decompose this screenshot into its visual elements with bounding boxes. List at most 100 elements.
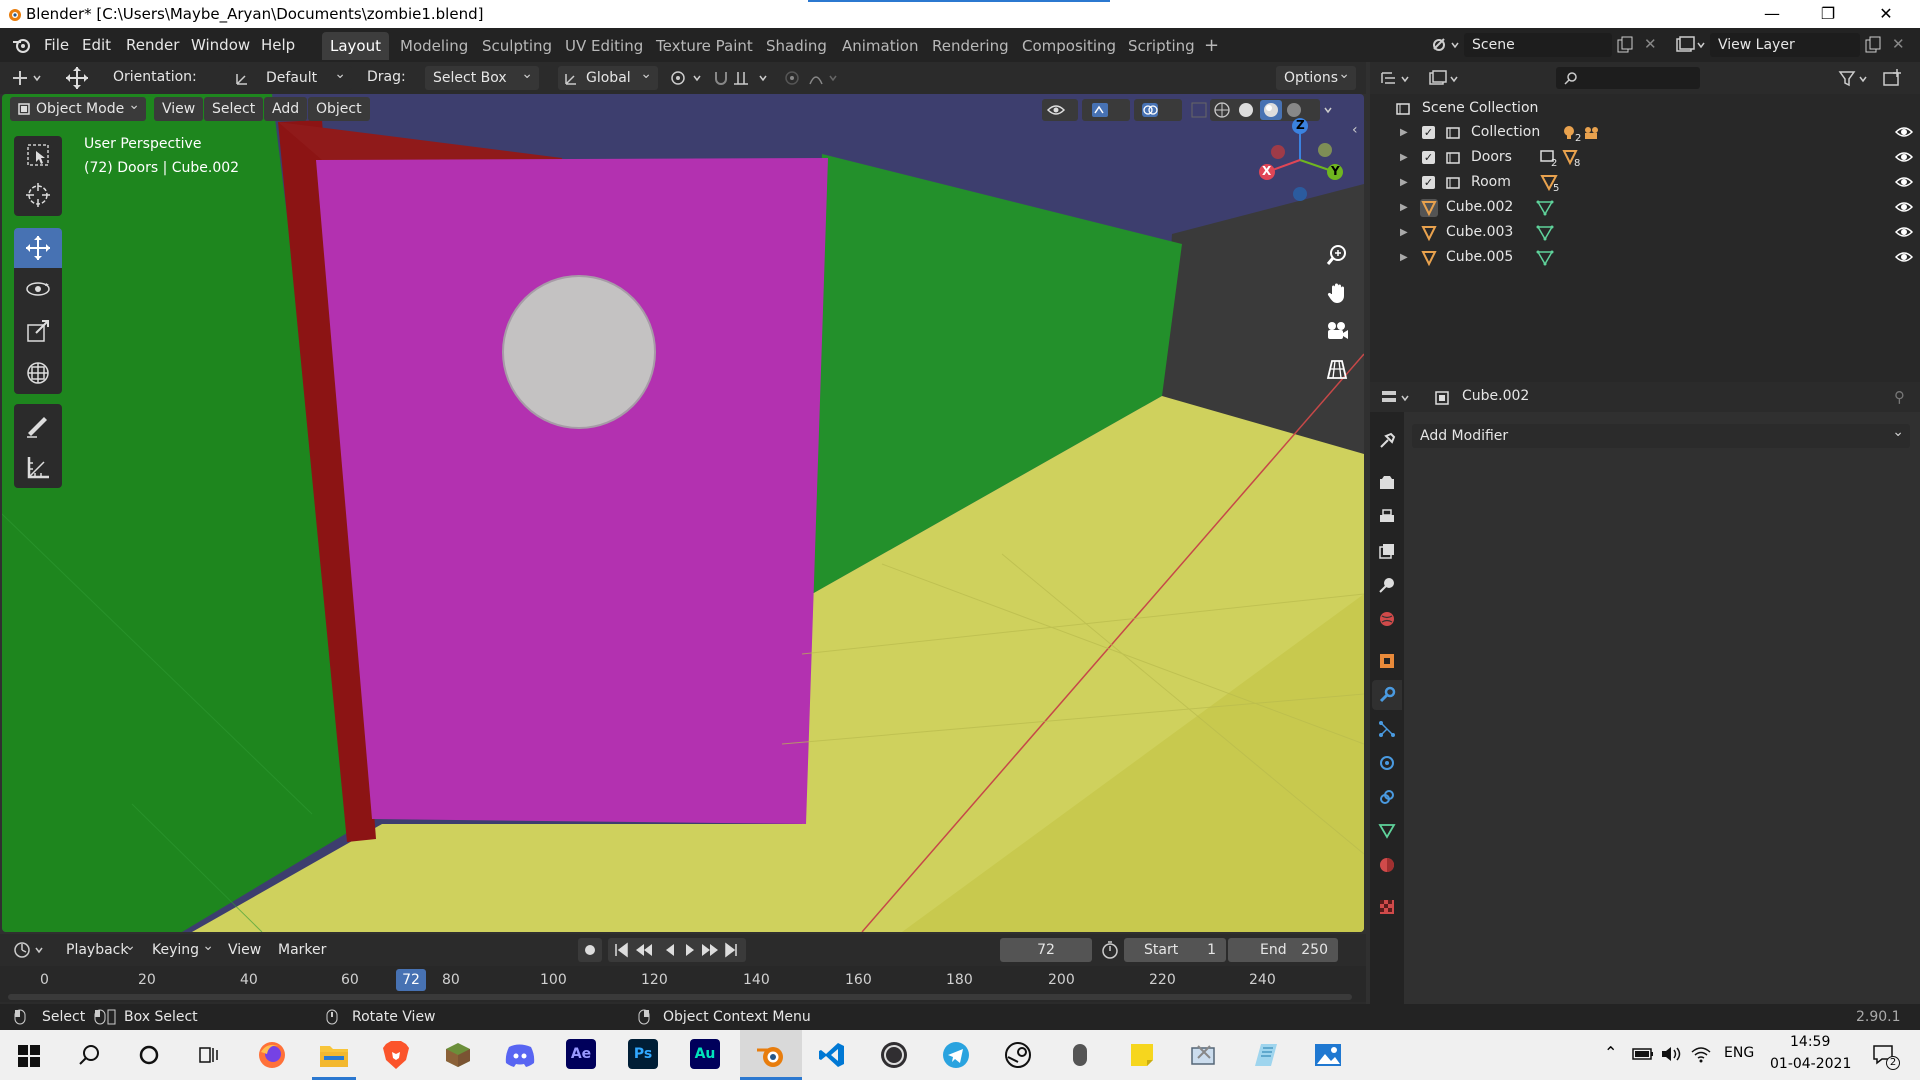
view-layer-field[interactable]: View Layer: [1710, 33, 1860, 57]
pan-button[interactable]: [1320, 276, 1354, 310]
3d-viewport[interactable]: Object Mode View Select Add Object User …: [2, 94, 1364, 932]
windows-start-icon[interactable]: [18, 1045, 40, 1067]
tab-render[interactable]: [1372, 468, 1402, 498]
tab-data[interactable]: [1372, 816, 1402, 846]
display-mode-icon[interactable]: [1428, 70, 1462, 88]
visibility-eye-icon[interactable]: [1895, 200, 1913, 214]
wifi-icon[interactable]: [1690, 1044, 1712, 1064]
visibility-eye-icon[interactable]: [1895, 225, 1913, 239]
outliner-row-cube-003[interactable]: ▶ Cube.003: [1370, 220, 1920, 245]
tab-particles[interactable]: [1372, 714, 1402, 744]
cursor-tool[interactable]: [14, 174, 62, 216]
tab-compositing[interactable]: Compositing: [1014, 32, 1124, 60]
remove-scene-icon[interactable]: ✕: [1644, 35, 1657, 53]
tab-object[interactable]: [1372, 646, 1402, 676]
clock-date[interactable]: 01-04-2021: [1770, 1056, 1851, 1072]
tab-tool[interactable]: [1372, 426, 1402, 456]
rotate-tool[interactable]: [14, 268, 62, 310]
scene-field[interactable]: Scene: [1464, 33, 1612, 57]
outliner-editor-icon[interactable]: [1380, 70, 1416, 88]
tab-view-layer[interactable]: [1372, 536, 1402, 566]
tab-texture[interactable]: [1372, 892, 1402, 922]
move-tool[interactable]: [14, 228, 62, 268]
discord-icon[interactable]: [504, 1039, 536, 1071]
viewport-menu-add[interactable]: Add: [264, 97, 308, 121]
tab-shading[interactable]: Shading: [758, 32, 835, 60]
outliner-row-room[interactable]: ▶ ✓ Room 5: [1370, 170, 1920, 195]
tab-uv-editing[interactable]: UV Editing: [557, 32, 651, 60]
blender-taskbar-icon[interactable]: [755, 1039, 787, 1071]
clock-time[interactable]: 14:59: [1790, 1034, 1830, 1050]
select-box-tool[interactable]: [14, 136, 62, 174]
expand-arrow-icon[interactable]: ▶: [1400, 170, 1408, 195]
tab-material[interactable]: [1372, 850, 1402, 880]
outliner-row-collection[interactable]: ▶ ✓ Collection 2: [1370, 120, 1920, 145]
close-button[interactable]: ✕: [1866, 2, 1906, 26]
snipping-tool-icon[interactable]: [1188, 1039, 1220, 1071]
tab-modifiers[interactable]: [1372, 680, 1402, 710]
tab-constraints[interactable]: [1372, 782, 1402, 812]
stopwatch-icon[interactable]: [1100, 940, 1120, 960]
brave-icon[interactable]: [380, 1039, 412, 1071]
new-collection-icon[interactable]: [1882, 68, 1904, 88]
cortana-icon[interactable]: [138, 1044, 160, 1066]
mouse-app-icon[interactable]: [1064, 1039, 1096, 1071]
tab-physics[interactable]: [1372, 748, 1402, 778]
outliner-row-scene-collection[interactable]: Scene Collection: [1370, 96, 1920, 121]
pivot-point-icon[interactable]: [668, 68, 706, 88]
tab-output[interactable]: [1372, 502, 1402, 532]
audition-icon[interactable]: Au: [690, 1039, 720, 1069]
visibility-eye-icon[interactable]: [1895, 125, 1913, 139]
start-frame-field[interactable]: Start 1: [1124, 938, 1226, 962]
proportional-editing-icon[interactable]: [782, 68, 842, 88]
tray-chevron-icon[interactable]: ⌃: [1604, 1043, 1617, 1062]
menu-window[interactable]: Window: [191, 36, 250, 54]
tab-sculpting[interactable]: Sculpting: [474, 32, 560, 60]
annotate-tool[interactable]: [14, 404, 62, 446]
view-layer-icon[interactable]: [1674, 35, 1706, 55]
new-scene-icon[interactable]: [1616, 36, 1634, 54]
sidebar-toggle-icon[interactable]: ‹: [1352, 122, 1358, 138]
sticky-notes-icon[interactable]: [1126, 1039, 1158, 1071]
exclude-checkbox[interactable]: ✓: [1422, 151, 1435, 164]
expand-arrow-icon[interactable]: ▶: [1400, 145, 1408, 170]
zoom-button[interactable]: [1320, 238, 1354, 272]
file-explorer-icon[interactable]: [318, 1039, 350, 1071]
timeline-marker-menu[interactable]: Marker: [270, 938, 334, 962]
minecraft-icon[interactable]: [442, 1039, 474, 1071]
outliner-row-cube-002[interactable]: ▶ Cube.002: [1370, 195, 1920, 220]
expand-arrow-icon[interactable]: ▶: [1400, 195, 1408, 220]
tab-modeling[interactable]: Modeling: [392, 32, 476, 60]
firefox-icon[interactable]: [256, 1039, 288, 1071]
menu-help[interactable]: Help: [261, 36, 295, 54]
exclude-checkbox[interactable]: ✓: [1422, 126, 1435, 139]
add-workspace-button[interactable]: +: [1196, 32, 1227, 60]
visibility-eye-icon[interactable]: [1895, 250, 1913, 264]
language-indicator[interactable]: ENG: [1724, 1045, 1754, 1061]
properties-editor-icon[interactable]: [1380, 389, 1416, 407]
timeline-keying-menu[interactable]: Keying: [144, 934, 220, 962]
steam-icon[interactable]: [1002, 1039, 1034, 1071]
menu-render[interactable]: Render: [126, 36, 179, 54]
timeline-playback-menu[interactable]: Playback: [58, 934, 142, 962]
restore-button[interactable]: ❐: [1808, 2, 1848, 26]
tab-layout[interactable]: Layout: [322, 32, 389, 60]
volume-icon[interactable]: [1660, 1045, 1682, 1063]
expand-arrow-icon[interactable]: ▶: [1400, 245, 1408, 270]
tab-rendering[interactable]: Rendering: [924, 32, 1017, 60]
outliner-row-doors[interactable]: ▶ ✓ Doors 2 8: [1370, 145, 1920, 170]
tab-animation[interactable]: Animation: [834, 32, 926, 60]
perspective-toggle-button[interactable]: [1320, 352, 1354, 386]
editor-type-icon[interactable]: [10, 68, 46, 88]
tab-scripting[interactable]: Scripting: [1120, 32, 1203, 60]
notepad-icon[interactable]: [1250, 1039, 1282, 1071]
transform-tool[interactable]: [14, 352, 62, 394]
remove-view-layer-icon[interactable]: ✕: [1892, 35, 1905, 53]
task-view-icon[interactable]: [198, 1044, 220, 1066]
vscode-icon[interactable]: [816, 1039, 848, 1071]
blender-menu-icon[interactable]: [12, 36, 32, 54]
after-effects-icon[interactable]: Ae: [566, 1039, 596, 1069]
expand-arrow-icon[interactable]: ▶: [1400, 220, 1408, 245]
photos-icon[interactable]: [1312, 1039, 1344, 1071]
minimize-button[interactable]: —: [1752, 2, 1792, 26]
